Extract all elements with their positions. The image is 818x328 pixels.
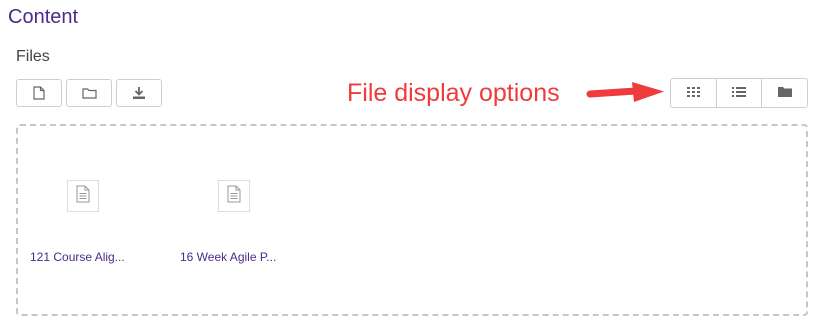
view-icons-button[interactable] (671, 79, 716, 107)
download-button[interactable] (116, 79, 162, 107)
add-file-button[interactable] (16, 79, 62, 107)
file-name[interactable]: 121 Course Alig... (30, 250, 150, 264)
folder-tree-icon (777, 84, 792, 102)
grid-icon (686, 84, 700, 102)
create-folder-button[interactable] (66, 79, 112, 107)
file-thumbnail[interactable] (218, 180, 250, 212)
view-list-button[interactable] (715, 79, 762, 107)
annotation-arrow (586, 82, 664, 102)
list-icon (732, 84, 746, 102)
download-icon (132, 86, 146, 100)
content-page: Content Files File display options 121 C… (0, 0, 818, 328)
document-icon (227, 185, 241, 208)
file-drop-zone[interactable] (16, 124, 808, 316)
document-icon (76, 185, 90, 208)
file-thumbnail[interactable] (67, 180, 99, 212)
section-title: Content (8, 6, 79, 28)
file-item[interactable]: 16 Week Agile P... (174, 180, 294, 264)
folder-icon (81, 87, 97, 99)
file-item[interactable]: 121 Course Alig... (24, 180, 144, 264)
file-icon (33, 86, 45, 100)
file-name[interactable]: 16 Week Agile P... (180, 250, 300, 264)
display-options-group (670, 78, 808, 108)
view-tree-button[interactable] (761, 79, 807, 107)
files-label: Files (16, 48, 50, 65)
annotation-label: File display options (347, 79, 560, 107)
